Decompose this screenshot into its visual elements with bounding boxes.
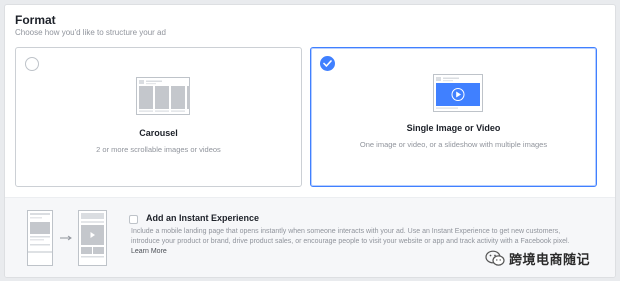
watermark: 跨境电商随记 <box>485 249 590 268</box>
single-image-video-label: Single Image or Video <box>406 123 501 133</box>
carousel-thumbnail-icon <box>136 77 190 115</box>
format-title: Format <box>15 13 56 27</box>
carousel-description: 2 or more scrollable images or videos <box>96 145 221 154</box>
instant-experience-illustration-icon <box>27 210 107 266</box>
single-image-video-option-card[interactable]: Single Image or Video One image or video… <box>310 47 597 187</box>
carousel-label: Carousel <box>139 128 178 138</box>
learn-more-link[interactable]: Learn More <box>131 248 167 255</box>
instant-experience-description-text: Include a mobile landing page that opens… <box>131 228 570 245</box>
carousel-option-card[interactable]: Carousel 2 or more scrollable images or … <box>15 47 302 187</box>
format-subtitle: Choose how you'd like to structure your … <box>15 28 166 37</box>
carousel-radio-button[interactable] <box>25 57 39 71</box>
single-video-thumbnail-icon <box>433 74 483 112</box>
selected-check-icon[interactable] <box>320 56 335 71</box>
watermark-text: 跨境电商随记 <box>509 252 591 267</box>
instant-experience-title: Add an Instant Experience <box>146 213 260 223</box>
format-panel: Format Choose how you'd like to structur… <box>4 4 616 278</box>
wechat-icon <box>485 250 505 266</box>
single-image-video-description: One image or video, or a slideshow with … <box>359 140 548 149</box>
instant-experience-checkbox[interactable] <box>129 215 138 224</box>
